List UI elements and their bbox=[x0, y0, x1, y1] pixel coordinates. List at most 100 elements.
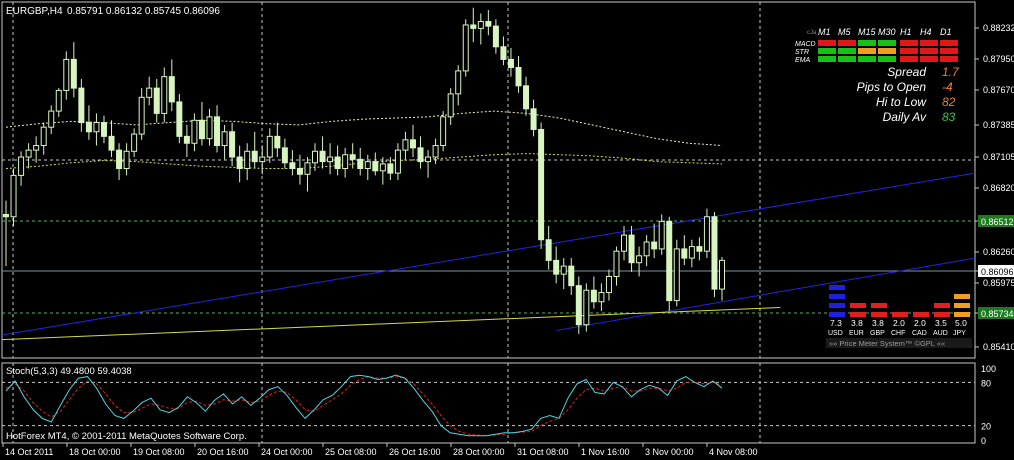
candle-bear bbox=[515, 66, 522, 87]
stat-value: 1.7 bbox=[942, 65, 960, 79]
signal-cell-red bbox=[818, 40, 836, 46]
candle-bull bbox=[18, 156, 25, 176]
candle-bear bbox=[651, 241, 658, 250]
price-label: 0.86820 bbox=[983, 183, 1014, 193]
candle-bull bbox=[643, 241, 650, 257]
meter-bar bbox=[829, 303, 845, 308]
meter-bar bbox=[934, 312, 950, 317]
timeframe-header: M1 bbox=[818, 27, 831, 37]
candle-bear bbox=[575, 285, 582, 326]
candle-bull bbox=[342, 154, 349, 170]
meter-value: 2.0 bbox=[914, 318, 926, 328]
candle-bull bbox=[55, 89, 62, 112]
timeframe-header: M5 bbox=[838, 27, 851, 37]
price-label: 0.87670 bbox=[983, 85, 1014, 95]
meter-bar bbox=[954, 294, 970, 299]
candle-bear bbox=[289, 162, 296, 170]
meter-bar bbox=[954, 303, 970, 308]
candle-bull bbox=[613, 250, 620, 277]
candle-bull bbox=[379, 163, 386, 172]
stat-label: Daily Av bbox=[883, 110, 927, 124]
current-price-label: 0.86096 bbox=[981, 267, 1014, 277]
meter-value: 5.0 bbox=[955, 318, 967, 328]
candle-bull bbox=[327, 156, 334, 163]
signal-cell-red bbox=[838, 40, 856, 46]
mt4-chart[interactable]: EURGBP,H4 0.85791 0.86132 0.85745 0.8609… bbox=[0, 0, 1014, 460]
candle-bull bbox=[10, 174, 17, 218]
candle-bull bbox=[673, 248, 680, 302]
dashboard-tiny-label: cJa bbox=[807, 30, 817, 36]
candle-bull bbox=[719, 259, 725, 290]
candle-bull bbox=[703, 216, 710, 252]
timeframe-header: D1 bbox=[940, 27, 952, 37]
candle-bull bbox=[425, 156, 432, 163]
dashboard-row-label: STR bbox=[795, 49, 809, 56]
candle-bull bbox=[25, 149, 32, 158]
candle-bear bbox=[387, 163, 394, 174]
candle-bull bbox=[123, 150, 130, 170]
signal-cell-red bbox=[920, 40, 938, 46]
candle-bear bbox=[319, 150, 326, 163]
candle-bear bbox=[229, 131, 236, 158]
candle-bear bbox=[500, 46, 507, 60]
candle-bull bbox=[93, 122, 100, 133]
candle-bear bbox=[530, 108, 537, 130]
symbol-label: EURGBP,H4 bbox=[6, 6, 63, 17]
candle-bear bbox=[553, 259, 560, 275]
signal-cell-orange bbox=[878, 48, 896, 54]
candle-bull bbox=[583, 289, 590, 326]
candle-bull bbox=[48, 110, 55, 128]
stat-value: 83 bbox=[942, 110, 956, 124]
candle-bull bbox=[312, 150, 319, 164]
candle-bull bbox=[477, 21, 484, 29]
candle-bear bbox=[485, 21, 492, 27]
candle-bear bbox=[183, 135, 190, 144]
time-label: 19 Oct 08:00 bbox=[133, 447, 185, 457]
meter-currency: AUD bbox=[933, 330, 948, 337]
time-label: 20 Oct 16:00 bbox=[197, 447, 249, 457]
signal-cell-green bbox=[838, 48, 856, 54]
candle-bear bbox=[214, 116, 221, 147]
ohlc-values: 0.85791 0.86132 0.85745 0.86096 bbox=[67, 6, 220, 17]
stoch-level-label: 80 bbox=[981, 378, 991, 388]
meter-bar bbox=[850, 303, 866, 308]
candle-bear bbox=[176, 101, 183, 137]
meter-currency: EUR bbox=[849, 330, 864, 337]
candle-bear bbox=[3, 213, 9, 218]
candle-bear bbox=[711, 216, 718, 290]
meter-value: 3.8 bbox=[851, 318, 863, 328]
candle-bear bbox=[372, 161, 379, 172]
stoch-level-label: 0 bbox=[981, 436, 986, 446]
candle-bull bbox=[455, 70, 462, 95]
candle-bear bbox=[153, 87, 160, 114]
signal-cell-green bbox=[818, 48, 836, 54]
timeframe-header: M30 bbox=[878, 27, 896, 37]
level-price-label: 0.85734 bbox=[981, 309, 1014, 319]
price-label: 0.85410 bbox=[983, 342, 1014, 352]
chart-background bbox=[0, 0, 1014, 460]
signal-cell-red bbox=[940, 56, 958, 62]
candle-bull bbox=[191, 119, 198, 144]
meter-bar bbox=[913, 312, 929, 317]
candle-bear bbox=[417, 147, 424, 163]
dashboard-row-label: MACD bbox=[795, 41, 816, 48]
meter-value: 7.3 bbox=[830, 318, 842, 328]
time-label: 3 Nov 00:00 bbox=[645, 447, 694, 457]
candle-bear bbox=[492, 25, 499, 48]
meter-currency: USD bbox=[828, 330, 843, 337]
candle-bull bbox=[621, 234, 628, 252]
meter-currency: JPY bbox=[953, 330, 966, 337]
candle-bull bbox=[131, 133, 138, 152]
price-label: 0.85975 bbox=[983, 278, 1014, 288]
signal-cell-red bbox=[920, 56, 938, 62]
candle-bull bbox=[266, 135, 273, 158]
time-label: 31 Oct 08:00 bbox=[517, 447, 569, 457]
signal-cell-green bbox=[878, 56, 896, 62]
candle-bear bbox=[116, 149, 123, 170]
time-label: 26 Oct 16:00 bbox=[389, 447, 441, 457]
candle-bull bbox=[605, 275, 612, 294]
candle-bull bbox=[221, 131, 228, 147]
candle-bear bbox=[523, 85, 530, 110]
level-price-label: 0.86512 bbox=[981, 217, 1014, 227]
candle-bull bbox=[40, 126, 47, 147]
